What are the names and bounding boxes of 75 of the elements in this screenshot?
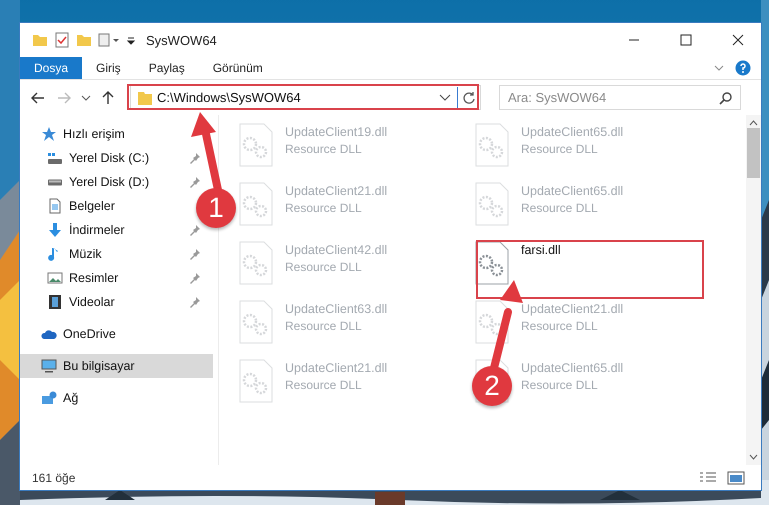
search-icon[interactable] xyxy=(719,91,733,105)
back-arrow-icon xyxy=(31,92,45,104)
nav-item[interactable]: Müzik xyxy=(69,247,102,261)
nav-item[interactable]: Yerel Disk (D:) xyxy=(69,175,150,189)
nav-item[interactable]: İndirmeler xyxy=(69,223,125,237)
scroll-down-icon[interactable] xyxy=(749,454,758,460)
file-type: Resource DLL xyxy=(285,260,363,274)
pin-icon xyxy=(189,296,201,308)
properties-icon xyxy=(54,32,70,48)
dll-file-icon xyxy=(475,123,509,167)
dll-file-icon xyxy=(239,123,273,167)
dll-file-icon xyxy=(239,300,273,344)
file-type: Resource DLL xyxy=(521,378,599,392)
scroll-up-icon[interactable] xyxy=(749,120,758,126)
chevron-down-icon[interactable] xyxy=(439,94,451,101)
dll-file-icon xyxy=(475,241,509,285)
dll-file-icon xyxy=(475,300,509,344)
file-type: Resource DLL xyxy=(521,201,599,215)
dll-file-icon xyxy=(239,182,273,226)
nav-item[interactable]: Belgeler xyxy=(69,199,115,213)
address-field[interactable]: C:\Windows\SysWOW64 xyxy=(130,85,481,110)
ribbon-tab[interactable]: Görünüm xyxy=(198,57,277,79)
pin-icon xyxy=(189,272,201,284)
large-icons-view-icon[interactable] xyxy=(727,470,745,484)
maximize-icon xyxy=(680,34,692,46)
refresh-icon[interactable] xyxy=(462,90,476,104)
download-arrow-icon xyxy=(47,222,63,238)
chevron-down-icon xyxy=(81,94,91,100)
nav-item[interactable]: OneDrive xyxy=(63,327,116,341)
scrollbar[interactable] xyxy=(746,115,761,465)
dll-file-icon xyxy=(239,359,273,403)
file-type: Resource DLL xyxy=(521,319,599,333)
ribbon-tab[interactable]: Paylaş xyxy=(134,57,199,79)
up-arrow-icon xyxy=(102,90,114,104)
star-icon xyxy=(41,126,57,142)
item-count: 161 öğe xyxy=(32,470,76,484)
help-icon[interactable] xyxy=(735,60,751,76)
image-icon xyxy=(47,270,63,286)
pin-icon xyxy=(189,248,201,260)
forward-arrow-icon xyxy=(57,92,71,104)
file-type: Resource DLL xyxy=(285,142,363,156)
search-field[interactable]: Ara: SysWOW64 xyxy=(499,85,741,110)
nav-item[interactable]: Resimler xyxy=(69,271,118,285)
ribbon-tab[interactable]: Giriş xyxy=(82,57,135,79)
window-title: SysWOW64 xyxy=(146,32,217,48)
details-view-icon[interactable] xyxy=(699,470,717,484)
dll-file-icon xyxy=(239,241,273,285)
view-menu-icon xyxy=(98,32,120,48)
folder-icon xyxy=(32,32,48,48)
pin-icon xyxy=(189,176,201,188)
scroll-thumb[interactable] xyxy=(747,128,760,178)
pin-icon xyxy=(189,224,201,236)
folder-icon xyxy=(76,32,92,48)
nav-item[interactable]: Videolar xyxy=(69,295,115,309)
nav-item[interactable]: Hızlı erişim xyxy=(63,127,125,141)
close-icon xyxy=(732,34,744,46)
nav-item[interactable]: Ağ xyxy=(63,391,78,405)
drive-icon xyxy=(47,178,63,186)
file-type: Resource DLL xyxy=(521,142,599,156)
file-type: Resource DLL xyxy=(285,319,363,333)
nav-item[interactable]: Bu bilgisayar xyxy=(20,354,213,378)
document-icon xyxy=(47,198,63,214)
drive-icon xyxy=(47,152,63,164)
film-icon xyxy=(47,294,63,310)
ribbon-tab[interactable]: Dosya xyxy=(20,57,82,79)
file-type: Resource DLL xyxy=(285,201,363,215)
network-icon xyxy=(41,390,57,406)
dll-file-icon xyxy=(475,182,509,226)
folder-icon xyxy=(137,90,153,104)
pin-icon xyxy=(189,152,201,164)
minimize-icon xyxy=(628,39,640,41)
file-type: Resource DLL xyxy=(285,378,363,392)
file-name[interactable]: farsi.dll xyxy=(521,243,561,257)
nav-item[interactable]: Yerel Disk (C:) xyxy=(69,151,150,165)
monitor-icon xyxy=(41,358,57,374)
